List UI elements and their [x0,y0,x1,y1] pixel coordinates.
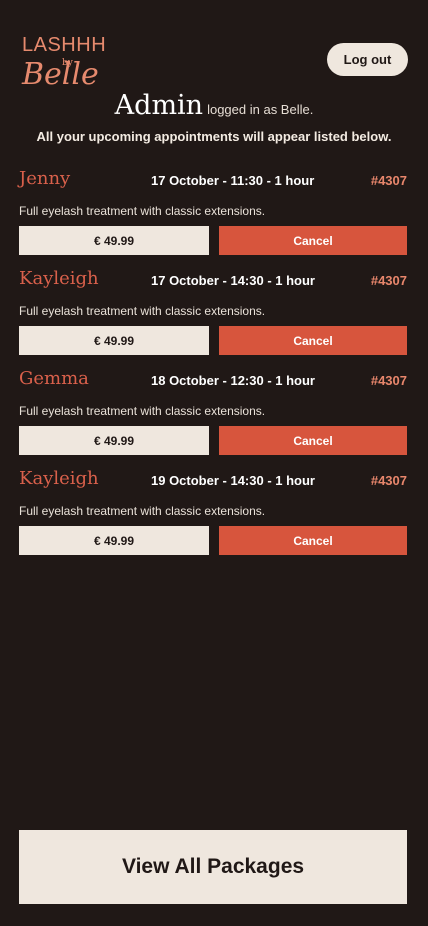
appointment-datetime: 18 October - 12:30 - 1 hour [151,373,315,388]
price-badge: € 49.99 [19,226,209,255]
treatment-description: Full eyelash treatment with classic exte… [19,504,266,518]
treatment-description: Full eyelash treatment with classic exte… [19,204,266,218]
logout-button[interactable]: Log out [327,43,408,76]
page-title-row: Admin logged in as Belle. [0,90,428,121]
appointment-datetime: 17 October - 14:30 - 1 hour [151,273,315,288]
treatment-description: Full eyelash treatment with classic exte… [19,304,266,318]
cancel-button[interactable]: Cancel [219,426,407,455]
logged-in-text: logged in as Belle. [207,102,314,117]
price-badge: € 49.99 [19,426,209,455]
appointment-card: Kayleigh 17 October - 14:30 - 1 hour #43… [19,268,407,356]
booking-ref: #4307 [370,273,407,288]
client-name: Kayleigh [19,268,99,289]
appointment-card: Jenny 17 October - 11:30 - 1 hour #4307 … [19,168,407,256]
appointment-datetime: 17 October - 11:30 - 1 hour [151,173,315,188]
cancel-button[interactable]: Cancel [219,526,407,555]
client-name: Kayleigh [19,468,99,489]
client-name: Jenny [19,168,71,189]
client-name: Gemma [19,368,89,389]
booking-ref: #4307 [370,473,407,488]
appointment-datetime: 19 October - 14:30 - 1 hour [151,473,315,488]
price-badge: € 49.99 [19,526,209,555]
cancel-button[interactable]: Cancel [219,226,407,255]
appointment-card: Kayleigh 19 October - 14:30 - 1 hour #43… [19,468,407,556]
page-title: Admin [114,90,204,121]
booking-ref: #4307 [370,173,407,188]
brand-logo: LASHHH by Belle [22,34,114,94]
brand-logo-line3: Belle [22,57,99,92]
booking-ref: #4307 [370,373,407,388]
cancel-button[interactable]: Cancel [219,326,407,355]
price-badge: € 49.99 [19,326,209,355]
page-subtitle: All your upcoming appointments will appe… [36,129,392,144]
view-all-packages-button[interactable]: View All Packages [19,830,407,904]
brand-logo-line1: LASHHH [22,34,107,56]
treatment-description: Full eyelash treatment with classic exte… [19,404,266,418]
appointment-card: Gemma 18 October - 12:30 - 1 hour #4307 … [19,368,407,456]
